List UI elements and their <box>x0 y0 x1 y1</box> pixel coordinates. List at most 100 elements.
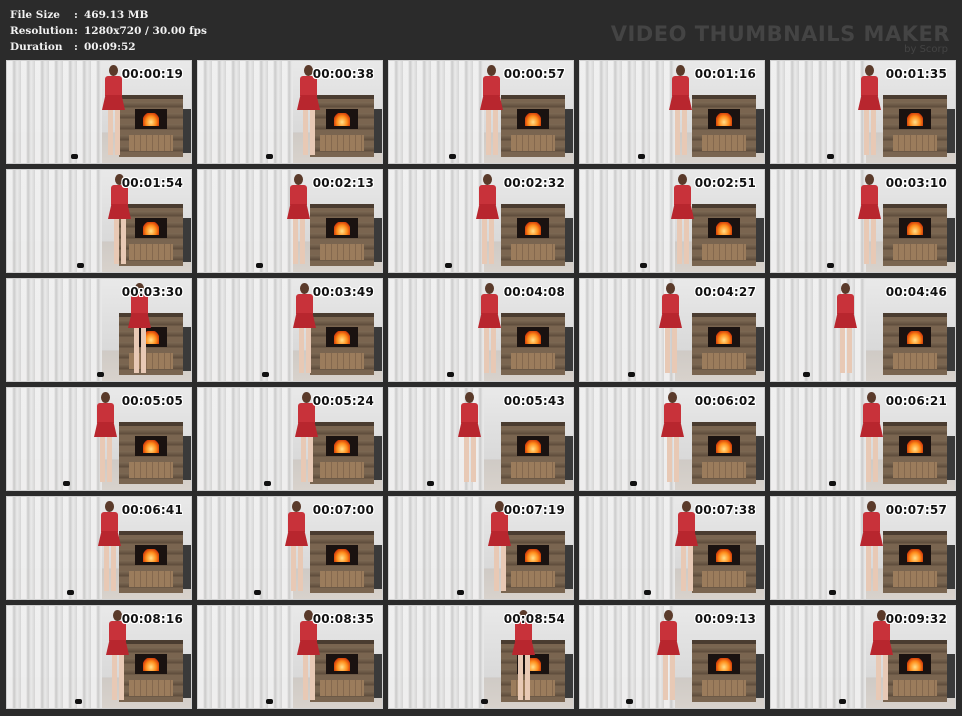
curtain <box>7 388 102 490</box>
video-thumbnail[interactable]: 00:04:46 <box>770 278 956 382</box>
video-thumbnail[interactable]: 00:02:13 <box>197 169 383 273</box>
video-thumbnail[interactable]: 00:07:00 <box>197 496 383 600</box>
fire-box <box>135 218 167 238</box>
person-top <box>861 76 878 96</box>
person-top <box>863 403 880 423</box>
person-leg <box>303 110 308 155</box>
shelf <box>947 218 955 262</box>
shoe <box>256 263 263 268</box>
timestamp: 00:06:41 <box>121 503 183 517</box>
person-head <box>294 174 303 185</box>
firewood <box>893 244 937 260</box>
video-thumbnail[interactable]: 00:00:19 <box>6 60 192 164</box>
resolution-label: Resolution <box>10 25 74 37</box>
video-thumbnail[interactable]: 00:00:38 <box>197 60 383 164</box>
fire-box <box>326 218 358 238</box>
firewood <box>702 462 746 478</box>
person-leg <box>525 655 530 700</box>
video-thumbnail[interactable]: 00:06:41 <box>6 496 192 600</box>
video-thumbnail[interactable]: 00:05:43 <box>388 387 574 491</box>
firewood <box>511 244 555 260</box>
shoe <box>644 590 651 595</box>
person-head <box>304 610 313 621</box>
flame <box>334 222 350 235</box>
video-thumbnail[interactable]: 00:06:02 <box>579 387 765 491</box>
video-thumbnail[interactable]: 00:08:35 <box>197 605 383 709</box>
timestamp: 00:04:46 <box>885 285 947 299</box>
shelf <box>565 545 573 589</box>
video-thumbnail[interactable]: 00:03:10 <box>770 169 956 273</box>
timestamp: 00:01:16 <box>694 67 756 81</box>
firewood <box>702 353 746 369</box>
person-leg <box>482 219 487 264</box>
video-thumbnail[interactable]: 00:05:24 <box>197 387 383 491</box>
person-skirt <box>480 95 503 110</box>
curtain <box>198 497 293 599</box>
person-leg <box>864 219 869 264</box>
video-thumbnail[interactable]: 00:05:05 <box>6 387 192 491</box>
person-leg <box>883 655 888 700</box>
person <box>656 281 686 377</box>
person-skirt <box>295 422 318 437</box>
person-leg <box>864 110 869 155</box>
person-top <box>296 294 313 314</box>
video-thumbnail[interactable]: 00:00:57 <box>388 60 574 164</box>
shoe <box>447 372 454 377</box>
video-thumbnail[interactable]: 00:08:16 <box>6 605 192 709</box>
person-head <box>483 174 492 185</box>
person-leg <box>112 655 117 700</box>
person-leg <box>300 219 305 264</box>
video-thumbnail[interactable]: 00:07:19 <box>388 496 574 600</box>
shelf <box>374 327 382 371</box>
curtain <box>389 497 484 599</box>
curtain <box>7 61 102 163</box>
video-thumbnail[interactable]: 00:06:21 <box>770 387 956 491</box>
fire-box <box>135 436 167 456</box>
shelf <box>374 109 382 153</box>
video-thumbnail[interactable]: 00:04:08 <box>388 278 574 382</box>
person-top <box>101 512 118 532</box>
fireplace <box>692 95 756 157</box>
video-thumbnail[interactable]: 00:01:16 <box>579 60 765 164</box>
video-thumbnail[interactable]: 00:09:32 <box>770 605 956 709</box>
person-leg <box>871 110 876 155</box>
fireplace <box>501 313 565 375</box>
person-leg <box>677 219 682 264</box>
person-leg <box>310 655 315 700</box>
video-thumbnail[interactable]: 00:02:51 <box>579 169 765 273</box>
curtain <box>198 61 293 163</box>
video-thumbnail[interactable]: 00:02:32 <box>388 169 574 273</box>
shelf <box>183 218 191 262</box>
curtain <box>580 61 675 163</box>
file-info: File Size : 469.13 MB Resolution : 1280x… <box>10 7 207 55</box>
watermark: VIDEO THUMBNAILS MAKER by Scorp <box>611 22 950 55</box>
video-thumbnail[interactable]: 00:04:27 <box>579 278 765 382</box>
fireplace <box>883 204 947 266</box>
timestamp: 00:04:27 <box>694 285 756 299</box>
timestamp: 00:09:32 <box>885 612 947 626</box>
video-thumbnail[interactable]: 00:08:54 <box>388 605 574 709</box>
shoe <box>638 154 645 159</box>
video-thumbnail[interactable]: 00:03:49 <box>197 278 383 382</box>
flame <box>525 222 541 235</box>
video-thumbnail[interactable]: 00:01:54 <box>6 169 192 273</box>
timestamp: 00:04:08 <box>503 285 565 299</box>
person <box>282 499 312 595</box>
shelf <box>183 654 191 698</box>
video-thumbnail[interactable]: 00:03:30 <box>6 278 192 382</box>
flame <box>143 222 159 235</box>
video-thumbnail[interactable]: 00:07:38 <box>579 496 765 600</box>
video-thumbnail[interactable]: 00:07:57 <box>770 496 956 600</box>
video-thumbnail[interactable]: 00:09:13 <box>579 605 765 709</box>
timestamp: 00:07:57 <box>885 503 947 517</box>
file-size-value: 469.13 MB <box>84 9 149 21</box>
person-leg <box>293 219 298 264</box>
video-thumbnail[interactable]: 00:01:35 <box>770 60 956 164</box>
thumbnail-grid: 00:00:19 00:00:38 00:00:57 00:01:16 00:01:35… <box>6 60 956 709</box>
brand-title: VIDEO THUMBNAILS MAKER <box>610 22 950 46</box>
firewood <box>702 571 746 587</box>
firewood <box>129 244 173 260</box>
person-skirt <box>834 313 857 328</box>
person-leg <box>301 437 306 482</box>
curtain <box>771 61 866 163</box>
